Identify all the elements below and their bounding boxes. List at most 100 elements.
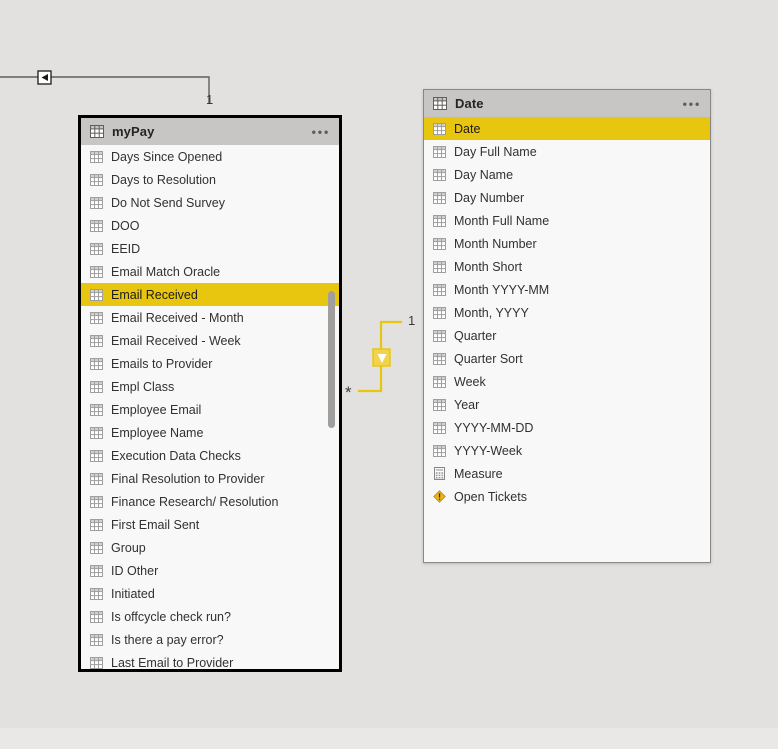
field-label: Month Number [454,236,537,251]
field-label: Emails to Provider [111,356,213,371]
field-row[interactable]: Is there a pay error? [81,628,339,651]
table-field-icon [433,398,446,411]
field-row[interactable]: Month, YYYY [424,301,710,324]
table-field-icon [90,426,103,439]
field-label: Open Tickets [454,489,527,504]
field-label: Month YYYY-MM [454,282,550,297]
bottom-strip [0,728,778,749]
field-row[interactable]: Month Short [424,255,710,278]
field-label: Final Resolution to Provider [111,471,265,486]
field-label: YYYY-Week [454,443,523,458]
field-row[interactable]: Day Full Name [424,140,710,163]
field-row[interactable]: Empl Class [81,375,339,398]
field-row[interactable]: Final Resolution to Provider [81,467,339,490]
field-row[interactable]: Employee Name [81,421,339,444]
field-label: Year [454,397,480,412]
field-row[interactable]: Days Since Opened [81,145,339,168]
table-field-icon [433,283,446,296]
table-field-icon [90,288,103,301]
field-label: Measure [454,466,503,481]
field-row[interactable]: Days to Resolution [81,168,339,191]
field-row[interactable]: Finance Research/ Resolution [81,490,339,513]
field-row[interactable]: Month YYYY-MM [424,278,710,301]
field-row[interactable]: Date [424,117,710,140]
field-row[interactable]: Emails to Provider [81,352,339,375]
field-row[interactable]: Day Number [424,186,710,209]
table-field-icon [433,168,446,181]
model-view-canvas[interactable]: 1 1 * myPay ••• Days Since Opened Days to… [0,0,778,749]
table-icon [90,125,104,138]
table-field-icon [433,444,446,457]
field-row[interactable]: Quarter Sort [424,347,710,370]
table-field-icon [433,145,446,158]
field-row[interactable]: Email Match Oracle [81,260,339,283]
vertical-scrollbar-mypay[interactable] [328,291,335,428]
field-row[interactable]: Email Received - Week [81,329,339,352]
field-label: EEID [111,241,141,256]
table-field-icon [90,656,103,669]
field-label: Empl Class [111,379,175,394]
field-label: Day Number [454,190,525,205]
field-label: Group [111,540,146,555]
table-field-icon [90,472,103,485]
field-row[interactable]: Initiated [81,582,339,605]
table-field-icon [90,564,103,577]
field-label: Email Match Oracle [111,264,221,279]
field-row[interactable]: Do Not Send Survey [81,191,339,214]
field-row[interactable]: Employee Email [81,398,339,421]
cardinality-label-many: * [345,383,352,402]
field-row[interactable]: Email Received - Month [81,306,339,329]
table-field-icon [433,214,446,227]
field-label: Days Since Opened [111,149,223,164]
field-row[interactable]: EEID [81,237,339,260]
field-label: Email Received - Month [111,310,244,325]
field-label: Last Email to Provider [111,655,234,670]
table-title: Date [455,96,484,111]
table-title: myPay [112,124,155,139]
table-field-icon [433,375,446,388]
field-row[interactable]: Group [81,536,339,559]
field-label: First Email Sent [111,517,200,532]
field-list-mypay[interactable]: Days Since Opened Days to Resolution Do No… [81,145,339,670]
ellipsis-icon[interactable]: ••• [312,125,330,138]
field-row[interactable]: Month Number [424,232,710,255]
field-label: Month, YYYY [454,305,529,320]
table-header-date[interactable]: Date ••• [424,90,710,117]
field-label: Days to Resolution [111,172,216,187]
table-card-date[interactable]: Date ••• Date Day Full Name Day Name Day Nu… [423,89,711,563]
table-field-icon [433,329,446,342]
table-field-icon [433,306,446,319]
field-list-date[interactable]: Date Day Full Name Day Name Day Number Month… [424,117,710,508]
field-row[interactable]: ID Other [81,559,339,582]
field-row[interactable]: Week [424,370,710,393]
field-row[interactable]: Last Email to Provider [81,651,339,670]
relationship-date-to-mypay [358,320,402,393]
table-header-mypay[interactable]: myPay ••• [81,118,339,145]
field-row[interactable]: Is offcycle check run? [81,605,339,628]
table-field-icon [90,173,103,186]
table-field-icon [90,219,103,232]
table-field-icon [90,495,103,508]
table-field-icon [90,334,103,347]
field-row[interactable]: Open Tickets [424,485,710,508]
field-label: Month Short [454,259,523,274]
field-row[interactable]: First Email Sent [81,513,339,536]
field-label: Email Received [111,287,198,302]
measure-calculator-icon [433,467,446,480]
table-field-icon [433,191,446,204]
field-row[interactable]: Day Name [424,163,710,186]
field-row[interactable]: Measure [424,462,710,485]
table-card-mypay[interactable]: myPay ••• Days Since Opened Days to Resol… [78,115,342,672]
field-row[interactable]: YYYY-Week [424,439,710,462]
field-row[interactable]: Execution Data Checks [81,444,339,467]
field-row[interactable]: Email Received [81,283,339,306]
field-row[interactable]: YYYY-MM-DD [424,416,710,439]
field-row[interactable]: Year [424,393,710,416]
cardinality-label-one: 1 [408,313,416,328]
field-row[interactable]: Month Full Name [424,209,710,232]
field-label: Execution Data Checks [111,448,241,463]
field-row[interactable]: Quarter [424,324,710,347]
table-icon [433,97,447,110]
ellipsis-icon[interactable]: ••• [683,97,701,110]
field-row[interactable]: DOO [81,214,339,237]
